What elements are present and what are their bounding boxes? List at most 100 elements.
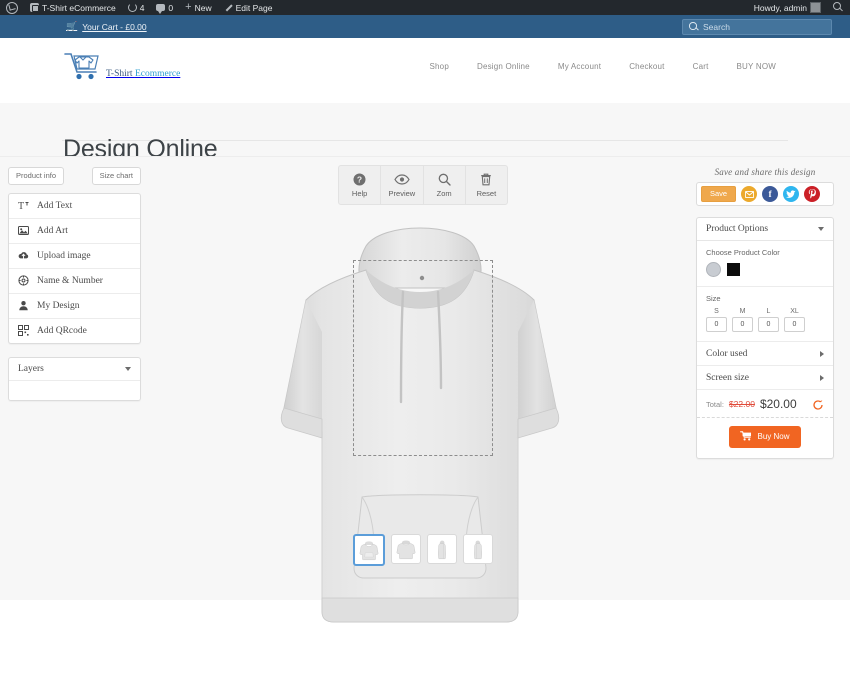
qrcode-icon: [18, 325, 29, 336]
canvas-tool-label: Help: [351, 188, 368, 198]
thumbnail-front-view[interactable]: [353, 534, 385, 566]
admin-bar-comments[interactable]: 0: [150, 0, 179, 15]
printable-design-area[interactable]: [353, 260, 493, 456]
site-header: T-Shirt Ecommerce Shop Design Online My …: [0, 38, 850, 141]
nav-item-cart[interactable]: Cart: [679, 62, 723, 71]
size-qty-l[interactable]: [758, 317, 779, 332]
canvas-tool-label: Zom: [436, 188, 452, 198]
thumbnail-back-view[interactable]: [391, 534, 421, 564]
admin-bar-site-name[interactable]: T-Shirt eCommerce: [24, 0, 122, 15]
color-used-row[interactable]: Color used: [697, 342, 833, 366]
product-options-header[interactable]: Product Options: [697, 218, 833, 241]
product-color-label: Choose Product Color: [706, 248, 780, 257]
product-options-title: Product Options: [706, 224, 769, 234]
size-qty-s[interactable]: [706, 317, 727, 332]
product-color-section: Choose Product Color: [697, 241, 833, 287]
buy-row: Buy Now: [697, 418, 833, 458]
admin-bar-new[interactable]: + New: [179, 0, 217, 15]
refresh-icon[interactable]: [812, 398, 824, 410]
main-navigation: Shop Design Online My Account Checkout C…: [415, 62, 790, 71]
tool-name-and-number[interactable]: Name & Number: [9, 269, 140, 294]
tool-label: Add Text: [37, 200, 73, 211]
size-section: Size S M L: [697, 287, 833, 342]
nav-item-checkout[interactable]: Checkout: [615, 62, 678, 71]
canvas-tool-zoom[interactable]: Zom: [424, 166, 466, 204]
canvas-tool-label: Preview: [388, 188, 416, 198]
thumbnail-right-view[interactable]: [463, 534, 493, 564]
save-button[interactable]: Save: [701, 186, 737, 202]
search-icon: [833, 2, 844, 13]
your-cart-link[interactable]: 🛒 Your Cart - £0.00: [66, 22, 147, 32]
image-icon: [18, 225, 29, 236]
nav-item-my-account[interactable]: My Account: [544, 62, 615, 71]
header-search-box[interactable]: [682, 18, 832, 35]
trash-icon: [480, 173, 492, 187]
cart-total-label: Your Cart - £0.00: [82, 21, 147, 32]
nav-item-buy-now[interactable]: BUY NOW: [723, 62, 790, 71]
thumbnail-left-view[interactable]: [427, 534, 457, 564]
color-used-label: Color used: [706, 348, 748, 359]
size-qty-xl[interactable]: [784, 317, 805, 332]
pinterest-share-icon[interactable]: [804, 186, 821, 202]
tool-my-design[interactable]: My Design: [9, 294, 140, 319]
layers-panel-body: [9, 380, 140, 400]
canvas-tool-help[interactable]: ? Help: [339, 166, 382, 204]
cart-icon: 🛒: [66, 21, 78, 31]
cart-bar: 🛒 Your Cart - £0.00: [0, 15, 850, 38]
size-cell-s: S: [706, 308, 727, 332]
admin-bar-site-label: T-Shirt eCommerce: [42, 2, 116, 13]
tool-add-text[interactable]: T Add Text: [9, 194, 140, 219]
color-swatch-grey[interactable]: [706, 262, 721, 277]
chevron-down-icon: [125, 366, 131, 371]
canvas-toolbar: ? Help Preview Zom Reset: [338, 165, 508, 205]
nav-item-design-online[interactable]: Design Online: [463, 62, 544, 71]
tshirt-cart-logo-icon: [62, 48, 102, 82]
screen-size-label: Screen size: [706, 372, 749, 383]
admin-bar-revisions[interactable]: 4: [122, 0, 151, 15]
tab-size-chart[interactable]: Size chart: [91, 167, 141, 185]
search-icon: [689, 22, 698, 31]
nav-item-shop[interactable]: Shop: [415, 62, 462, 71]
target-icon: [18, 275, 29, 286]
canvas-tool-preview[interactable]: Preview: [381, 166, 424, 204]
canvas-tool-reset[interactable]: Reset: [466, 166, 507, 204]
twitter-share-icon[interactable]: [783, 186, 800, 202]
screen-size-row[interactable]: Screen size: [697, 366, 833, 390]
tool-add-art[interactable]: Add Art: [9, 219, 140, 244]
pencil-icon: [224, 3, 233, 12]
share-title: Save and share this design: [714, 167, 816, 177]
product-view-thumbnails: [353, 534, 493, 566]
admin-bar-account[interactable]: Howdy, admin: [748, 0, 827, 15]
admin-bar-search-toggle[interactable]: [827, 0, 850, 15]
canvas-tool-label: Reset: [476, 188, 497, 198]
plus-icon: +: [185, 1, 192, 13]
email-share-icon[interactable]: [741, 186, 758, 202]
tool-upload-image[interactable]: Upload image: [9, 244, 140, 269]
size-cell-m: M: [732, 308, 753, 332]
question-circle-icon: ?: [353, 173, 366, 187]
revisions-icon: [127, 3, 137, 12]
wp-admin-bar: T-Shirt eCommerce 4 0 + New Edit Page Ho…: [0, 0, 850, 15]
design-canvas[interactable]: [270, 212, 570, 677]
search-input[interactable]: [703, 21, 823, 32]
chevron-down-icon: [818, 227, 824, 231]
product-options-panel: Product Options Choose Product Color Siz…: [696, 217, 834, 459]
svg-text:?: ?: [357, 175, 362, 185]
cloud-upload-icon: [18, 250, 29, 261]
facebook-share-icon[interactable]: f: [762, 186, 779, 202]
tab-product-info[interactable]: Product info: [8, 167, 65, 185]
chevron-right-icon: [820, 350, 824, 357]
admin-bar-edit-page[interactable]: Edit Page: [218, 0, 279, 15]
color-swatch-black[interactable]: [727, 263, 740, 276]
size-cell-xl: XL: [784, 308, 805, 332]
size-cell-label: S: [714, 308, 719, 315]
buy-now-button[interactable]: Buy Now: [729, 426, 801, 448]
total-label: Total:: [706, 399, 724, 409]
tool-add-qrcode[interactable]: Add QRcode: [9, 319, 140, 343]
size-qty-m[interactable]: [732, 317, 753, 332]
logo-text: T-Shirt Ecommerce: [106, 69, 180, 82]
layers-panel-header[interactable]: Layers: [9, 358, 140, 381]
design-tools-list: T Add Text Add Art Upload image Name & N…: [8, 192, 141, 344]
site-logo[interactable]: T-Shirt Ecommerce: [62, 48, 180, 82]
admin-bar-wp-logo[interactable]: [0, 0, 24, 15]
